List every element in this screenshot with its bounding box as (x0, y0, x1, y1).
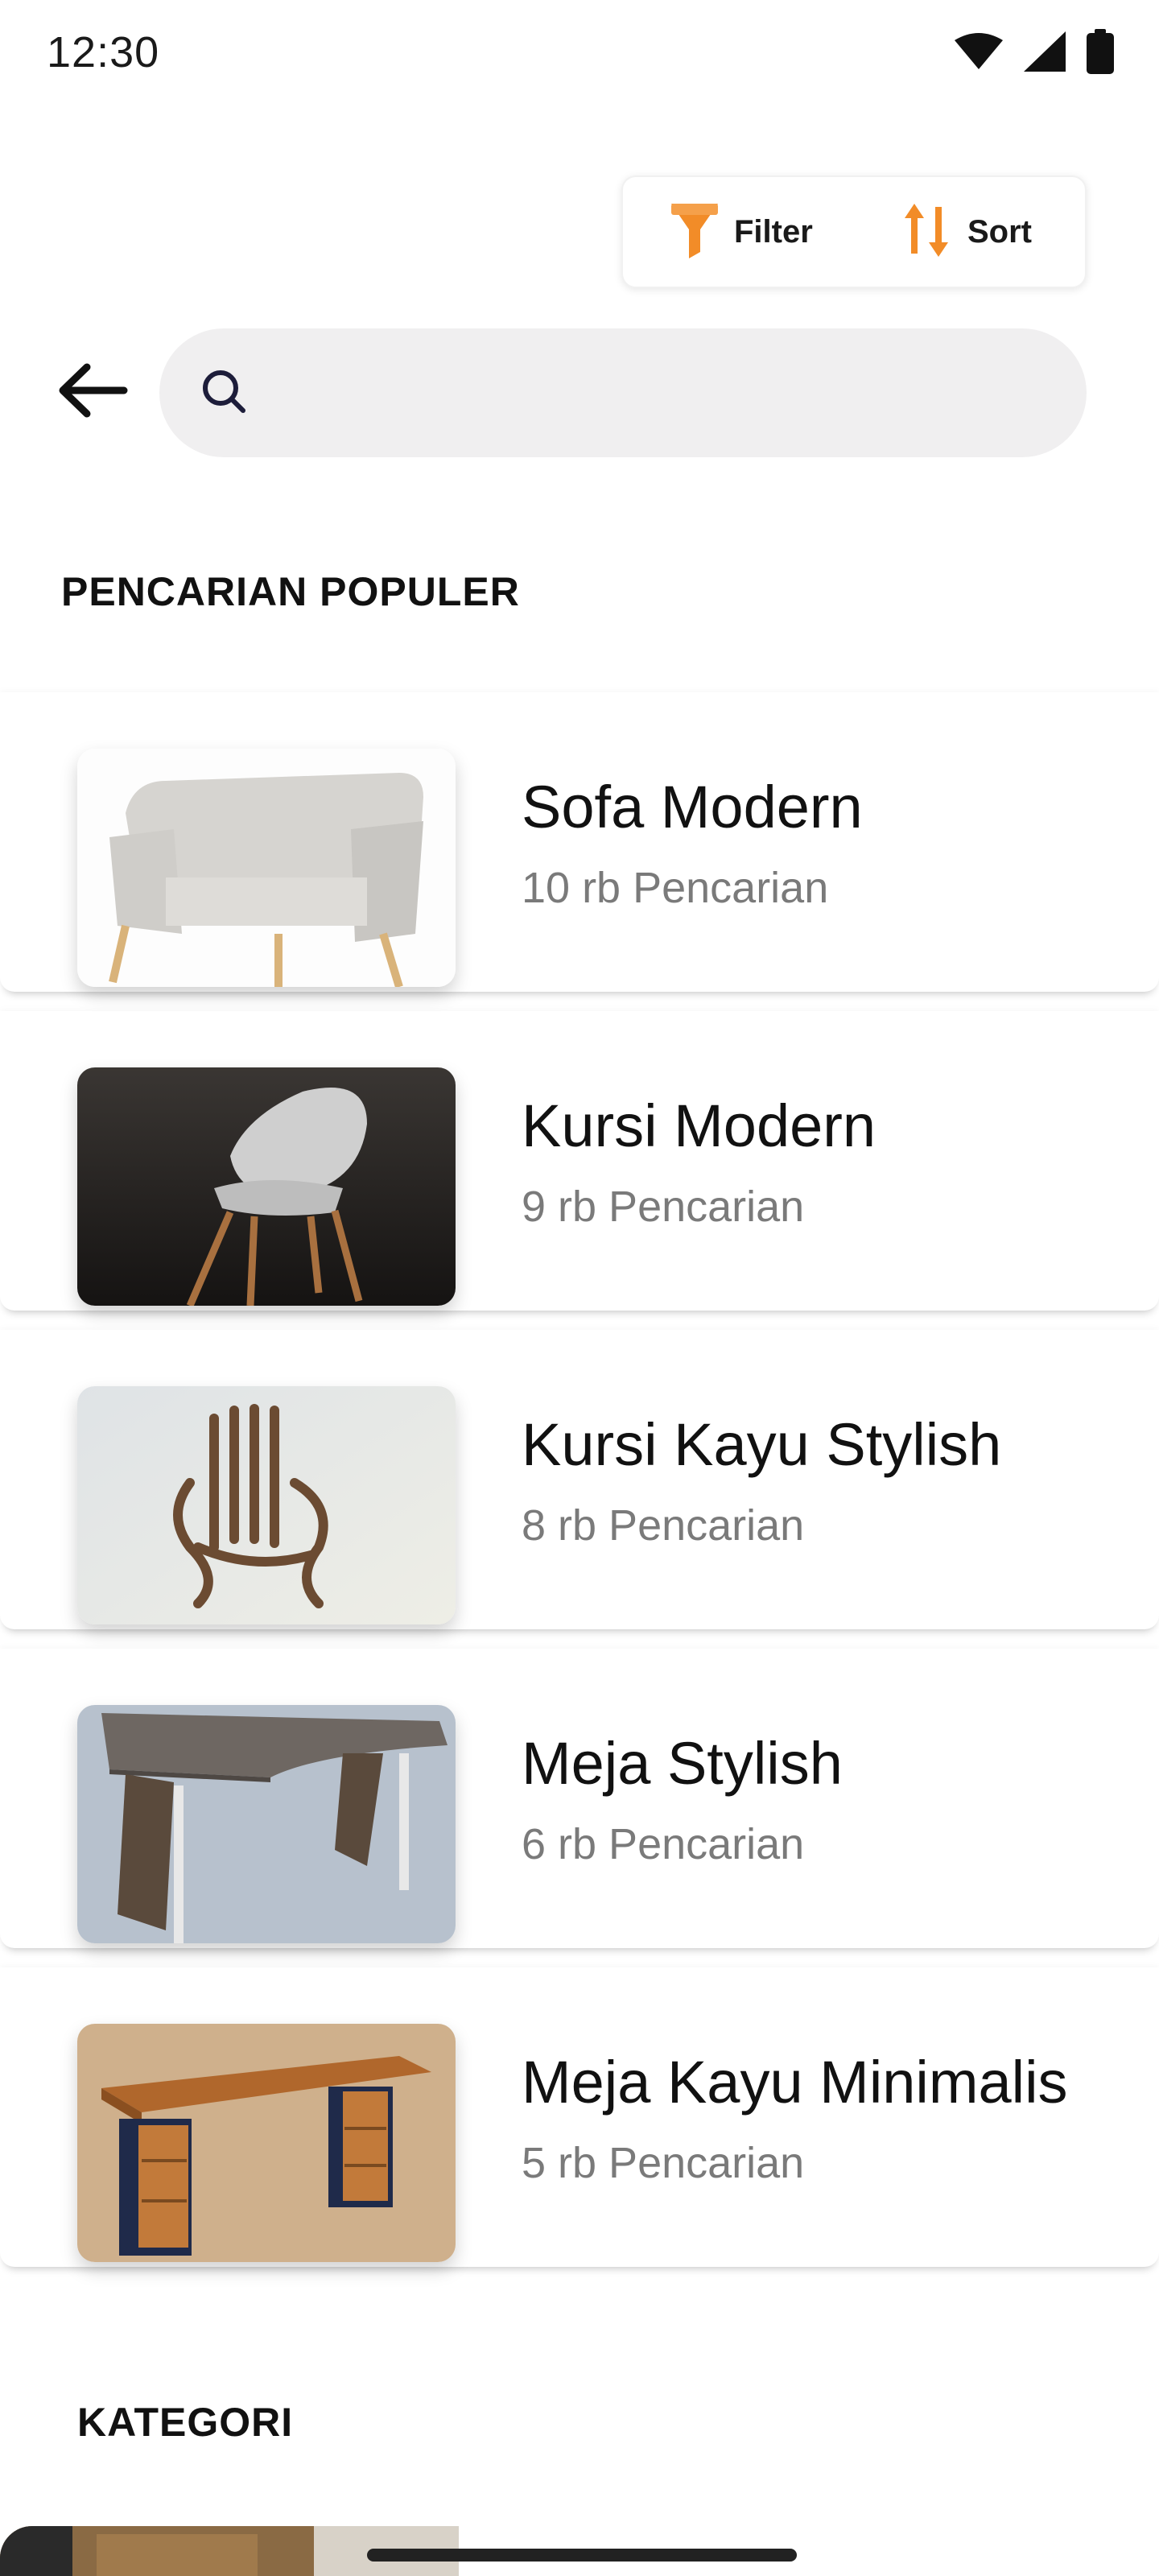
wifi-icon (955, 32, 1003, 71)
status-time: 12:30 (47, 28, 160, 76)
popular-item-meja-kayu-minimalis[interactable]: Meja Kayu Minimalis 5 rb Pencarian (0, 1967, 1159, 2267)
popular-item-count: 8 rb Pencarian (522, 1501, 805, 1550)
filter-icon (670, 202, 720, 262)
arrow-left-icon (56, 363, 129, 430)
filter-label: Filter (734, 213, 813, 250)
back-button[interactable] (56, 354, 129, 427)
popular-item-name: Meja Kayu Minimalis (522, 2049, 1068, 2116)
popular-item-meja-stylish[interactable]: Meja Stylish 6 rb Pencarian (0, 1649, 1159, 1948)
popular-item-name: Meja Stylish (522, 1730, 843, 1797)
popular-item-count: 9 rb Pencarian (522, 1183, 805, 1231)
wood-desk-image (77, 2024, 456, 2262)
category-section-title: KATEGORI (77, 2400, 294, 2445)
wood-chair-image (77, 1386, 456, 1624)
status-icons (955, 29, 1114, 74)
popular-item-count: 5 rb Pencarian (522, 2139, 805, 2187)
popular-item-sofa-modern[interactable]: Sofa Modern 10 rb Pencarian (0, 692, 1159, 992)
popular-item-name: Kursi Kayu Stylish (522, 1411, 1002, 1478)
sort-icon (903, 203, 953, 261)
home-indicator[interactable] (367, 2549, 797, 2562)
sort-button[interactable]: Sort (903, 177, 1032, 287)
sofa-image (77, 749, 456, 987)
search-input[interactable] (248, 328, 1087, 457)
status-bar: 12:30 (0, 0, 1159, 105)
filter-sort-bar: Filter Sort (621, 175, 1087, 288)
battery-icon (1087, 29, 1114, 74)
popular-item-kursi-kayu-stylish[interactable]: Kursi Kayu Stylish 8 rb Pencarian (0, 1330, 1159, 1629)
popular-item-name: Kursi Modern (522, 1092, 876, 1159)
popular-section-title: PENCARIAN POPULER (61, 569, 520, 614)
stylish-desk-image (77, 1705, 456, 1943)
popular-item-name: Sofa Modern (522, 774, 863, 840)
popular-item-count: 10 rb Pencarian (522, 864, 829, 912)
sort-label: Sort (967, 213, 1032, 250)
popular-item-count: 6 rb Pencarian (522, 1820, 805, 1868)
cellular-signal-icon (1024, 31, 1066, 72)
popular-item-kursi-modern[interactable]: Kursi Modern 9 rb Pencarian (0, 1011, 1159, 1311)
search-bar[interactable] (159, 328, 1087, 457)
search-icon (200, 367, 248, 419)
filter-button[interactable]: Filter (670, 177, 813, 287)
modern-chair-image (77, 1067, 456, 1306)
